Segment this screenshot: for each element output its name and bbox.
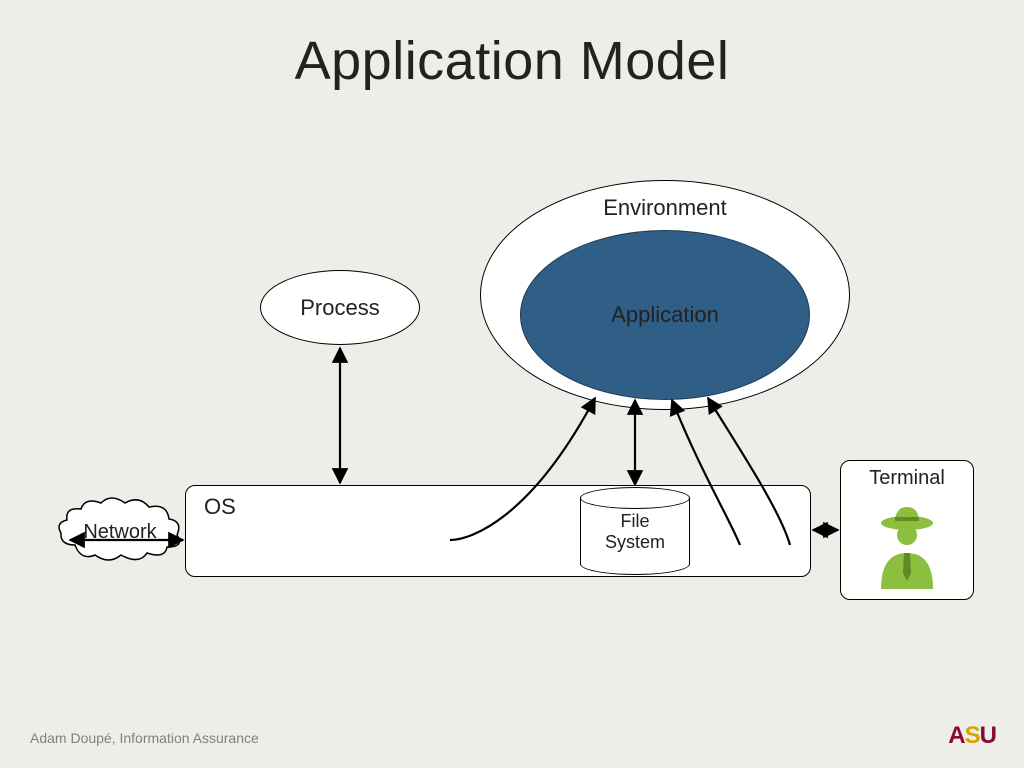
application-label: Application bbox=[611, 302, 719, 328]
filesystem-label-line1: File bbox=[620, 511, 649, 531]
asu-logo: ASU bbox=[948, 722, 996, 750]
asu-logo-u: U bbox=[980, 722, 996, 749]
cylinder-top-shape bbox=[580, 487, 690, 509]
os-label: OS bbox=[204, 494, 236, 520]
slide: Application Model Environment Applicatio… bbox=[0, 0, 1024, 768]
terminal-node: Terminal bbox=[840, 460, 974, 600]
process-node: Process bbox=[260, 270, 420, 345]
slide-title: Application Model bbox=[0, 30, 1024, 92]
filesystem-label-line2: System bbox=[605, 532, 665, 552]
application-node: Application bbox=[520, 230, 810, 400]
filesystem-label: File System bbox=[580, 511, 690, 552]
network-label: Network bbox=[55, 521, 185, 544]
arrows-layer bbox=[0, 0, 1024, 768]
agent-icon bbox=[871, 503, 943, 589]
asu-logo-s: S bbox=[965, 722, 980, 749]
filesystem-node: File System bbox=[580, 487, 690, 567]
terminal-label: Terminal bbox=[841, 467, 973, 490]
process-label: Process bbox=[300, 295, 379, 321]
footer-credit: Adam Doupé, Information Assurance bbox=[30, 730, 259, 746]
environment-label: Environment bbox=[603, 195, 727, 221]
asu-logo-a: A bbox=[948, 722, 964, 749]
network-node: Network bbox=[55, 495, 185, 565]
cylinder-bottom-shape bbox=[580, 553, 690, 575]
os-node: OS bbox=[185, 485, 811, 577]
